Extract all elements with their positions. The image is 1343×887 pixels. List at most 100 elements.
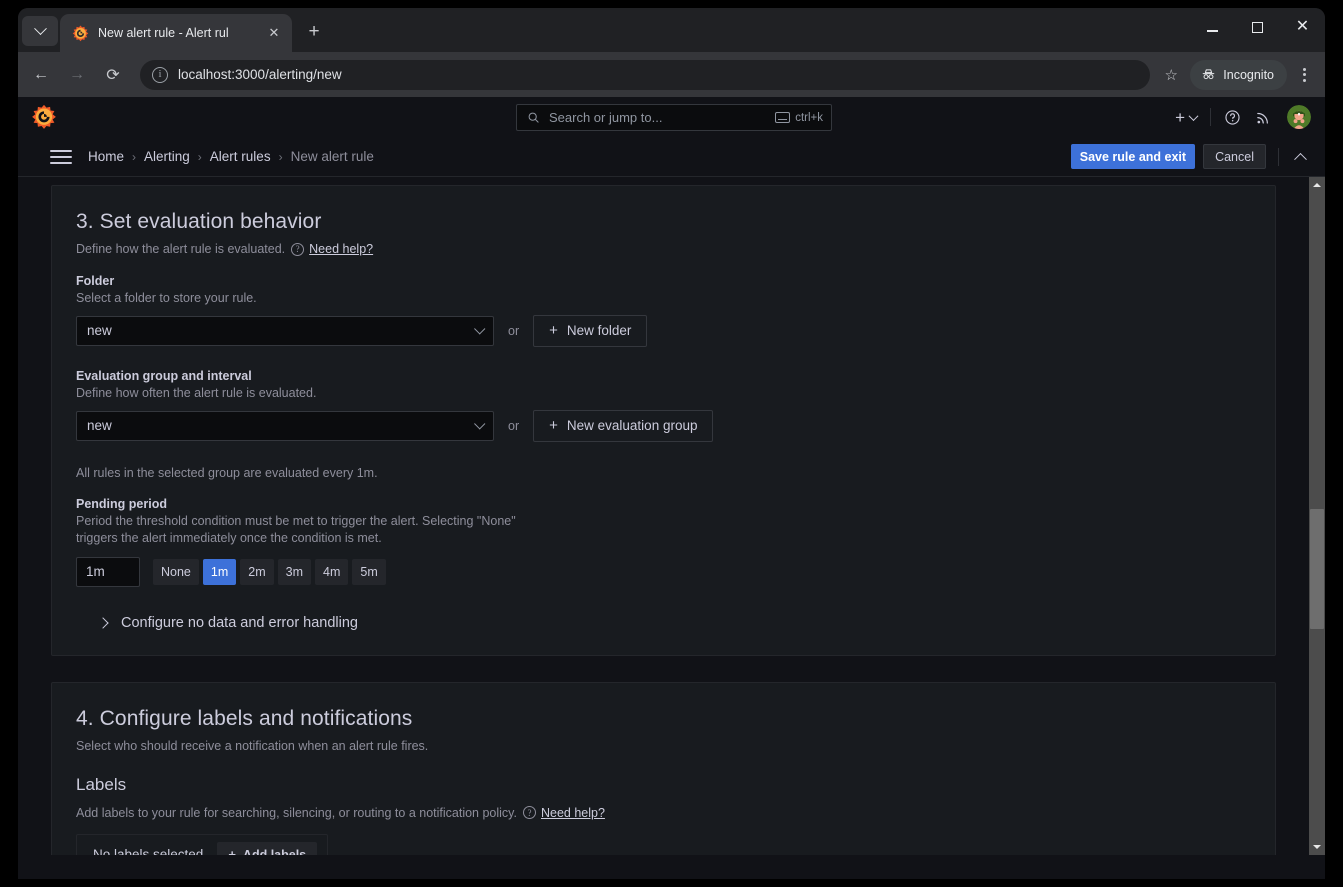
labels-container: No labels selected + Add labels <box>76 833 329 856</box>
labels-description-row: Add labels to your rule for searching, s… <box>76 806 1251 820</box>
tab-search-button[interactable] <box>22 16 58 46</box>
new-evaluation-group-button-label: New evaluation group <box>566 418 698 434</box>
reload-button[interactable]: ⟳ <box>98 60 128 90</box>
scroll-down-button[interactable] <box>1309 839 1325 855</box>
new-folder-button-label: New folder <box>566 323 632 339</box>
browser-window: New alert rule - Alert rul ✕ + ✕ ← → ⟳ i… <box>18 8 1325 879</box>
folder-select-value: new <box>87 323 112 339</box>
help-button[interactable] <box>1217 102 1248 132</box>
pending-period-input[interactable] <box>76 556 140 587</box>
forward-button[interactable]: → <box>62 60 92 90</box>
evaluation-group-description: Define how often the alert rule is evalu… <box>76 385 317 400</box>
alert-rule-form: 3. Set evaluation behavior Define how th… <box>18 177 1309 855</box>
scroll-up-button[interactable] <box>1309 177 1325 193</box>
evaluation-group-select[interactable]: new <box>76 410 494 441</box>
close-icon: ✕ <box>1295 18 1310 35</box>
section-3-subtitle-text: Define how the alert rule is evaluated. <box>76 242 286 256</box>
section-configure-labels-and-notifications: 4. Configure labels and notifications Se… <box>51 681 1276 856</box>
scrollbar-thumb[interactable] <box>1310 509 1324 629</box>
pending-preset-none[interactable]: None <box>153 558 199 585</box>
labels-heading: Labels <box>76 774 127 794</box>
incognito-icon <box>1202 69 1215 80</box>
grafana-logo-icon[interactable] <box>31 104 57 130</box>
new-tab-button[interactable]: + <box>300 19 328 47</box>
breadcrumb-item-alerting[interactable]: Alerting <box>144 149 190 164</box>
breadcrumb-item-home[interactable]: Home <box>88 149 124 164</box>
save-rule-and-exit-button[interactable]: Save rule and exit <box>1070 144 1196 169</box>
window-minimize-button[interactable] <box>1190 8 1235 46</box>
pending-period-field: Pending period Period the threshold cond… <box>76 497 1251 587</box>
top-navbar-actions: + <box>1168 97 1311 137</box>
tab-close-icon[interactable]: ✕ <box>264 23 284 43</box>
page-scrollbar[interactable] <box>1309 177 1325 855</box>
breadcrumb-separator: › <box>132 149 137 164</box>
window-close-button[interactable]: ✕ <box>1280 8 1325 46</box>
search-icon <box>528 112 539 123</box>
minimize-icon <box>1207 30 1218 32</box>
folder-description: Select a folder to store your rule. <box>76 291 257 305</box>
chevron-down-icon <box>1188 110 1199 121</box>
add-labels-button-label: Add labels <box>242 847 307 856</box>
pending-preset-3m[interactable]: 3m <box>277 558 312 585</box>
create-new-button[interactable]: + <box>1168 102 1204 132</box>
pending-preset-5m[interactable]: 5m <box>352 558 386 585</box>
incognito-indicator[interactable]: Incognito <box>1190 59 1287 90</box>
window-maximize-button[interactable] <box>1235 8 1280 46</box>
plus-icon: + <box>1175 107 1185 127</box>
evaluation-group-select-value: new <box>87 418 112 434</box>
new-evaluation-group-button[interactable]: + New evaluation group <box>533 409 714 442</box>
breadcrumb-item-alert-rules[interactable]: Alert rules <box>210 149 271 164</box>
browser-tab-title: New alert rule - Alert rul <box>98 26 229 40</box>
search-shortcut-hint: ctrl+k <box>775 112 823 124</box>
incognito-label: Incognito <box>1223 67 1274 82</box>
pending-period-presets: None 1m 2m 3m 4m 5m <box>153 558 386 585</box>
chevron-down-icon <box>474 323 486 335</box>
folder-field: Folder Select a folder to store your rul… <box>76 274 1251 347</box>
news-button[interactable] <box>1248 102 1279 132</box>
collapse-toggle-button[interactable] <box>1289 146 1311 168</box>
breadcrumb: Home › Alerting › Alert rules › New aler… <box>88 149 374 164</box>
avatar[interactable] <box>1287 105 1311 129</box>
configure-no-data-collapsible[interactable]: Configure no data and error handling <box>76 615 1251 631</box>
configure-no-data-label: Configure no data and error handling <box>121 614 358 631</box>
add-labels-button[interactable]: + Add labels <box>217 841 318 856</box>
scroll-down-arrow-icon <box>1313 845 1321 849</box>
breadcrumb-bar: Home › Alerting › Alert rules › New aler… <box>18 137 1325 177</box>
divider <box>1278 147 1279 166</box>
section-set-evaluation-behavior: 3. Set evaluation behavior Define how th… <box>51 185 1276 656</box>
rss-icon <box>1257 112 1268 124</box>
folder-select[interactable]: new <box>76 315 494 346</box>
new-folder-button[interactable]: + New folder <box>533 314 648 347</box>
address-bar[interactable]: i localhost:3000/alerting/new <box>140 59 1151 90</box>
search-shortcut-label: ctrl+k <box>795 111 823 124</box>
kebab-menu-icon[interactable] <box>1291 60 1317 90</box>
folder-row: new or + New folder <box>76 314 1251 347</box>
breadcrumb-actions: Save rule and exit Cancel <box>1070 144 1311 169</box>
search-input[interactable]: Search or jump to... ctrl+k <box>516 104 832 131</box>
browser-tab[interactable]: New alert rule - Alert rul ✕ <box>60 14 292 52</box>
breadcrumb-separator: › <box>278 149 283 164</box>
labels-need-help-link[interactable]: Need help? <box>541 806 605 820</box>
section-4-subtitle: Select who should receive a notification… <box>76 738 429 753</box>
bookmark-star-icon[interactable]: ☆ <box>1156 60 1186 90</box>
grafana-app: Search or jump to... ctrl+k + Home › Ale… <box>18 97 1325 879</box>
browser-tab-strip: New alert rule - Alert rul ✕ + ✕ <box>18 8 1325 52</box>
divider <box>1210 108 1211 126</box>
maximize-icon <box>1252 21 1263 33</box>
cancel-button[interactable]: Cancel <box>1203 144 1266 169</box>
chevron-up-icon <box>1293 152 1307 166</box>
folder-label: Folder <box>76 274 115 288</box>
pending-preset-2m[interactable]: 2m <box>240 558 274 585</box>
help-circle-icon <box>1225 109 1240 125</box>
back-button[interactable]: ← <box>26 60 56 90</box>
hamburger-menu-icon[interactable] <box>50 149 72 164</box>
need-help-link[interactable]: Need help? <box>309 242 373 256</box>
grafana-logo-icon <box>72 25 89 41</box>
scroll-up-arrow-icon <box>1313 183 1321 187</box>
browser-toolbar: ← → ⟳ i localhost:3000/alerting/new ☆ In… <box>18 52 1325 97</box>
pending-preset-4m[interactable]: 4m <box>315 558 349 585</box>
user-avatar-image <box>1287 105 1311 129</box>
info-circle-icon[interactable]: i <box>152 66 168 83</box>
pending-preset-1m[interactable]: 1m <box>202 558 237 585</box>
section-4-title: 4. Configure labels and notifications <box>76 706 413 730</box>
